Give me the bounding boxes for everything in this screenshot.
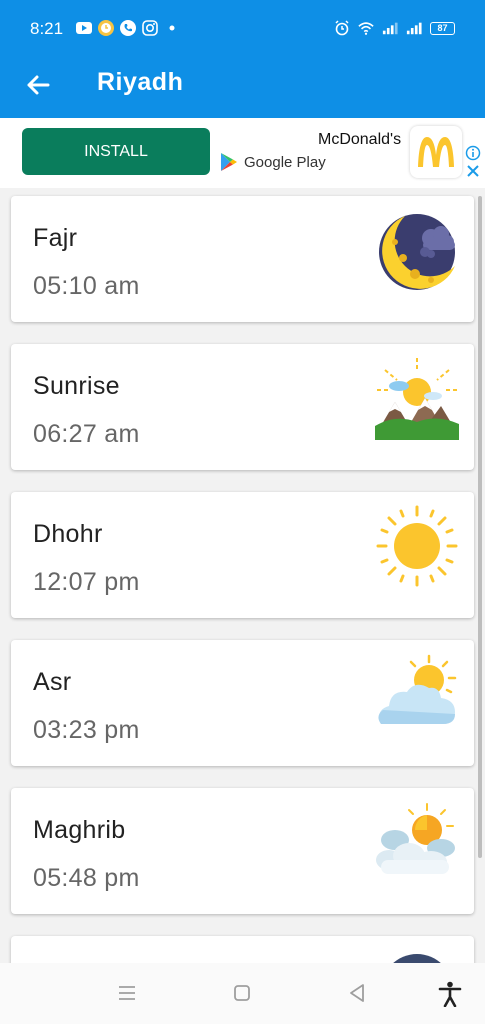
page-title: Riyadh (97, 68, 184, 96)
prayer-name: Dhohr (33, 520, 103, 548)
mcdonalds-logo[interactable] (410, 126, 462, 178)
wifi-icon (358, 20, 374, 36)
scrollbar[interactable] (478, 196, 482, 858)
phone-icon (120, 20, 136, 36)
notification-icons (76, 20, 180, 36)
app-bar: Riyadh (0, 58, 485, 118)
status-time: 8:21 (30, 19, 64, 38)
store-label: Google Play (244, 153, 326, 171)
prayer-time: 03:23 pm (33, 716, 140, 744)
night-icon (375, 948, 459, 963)
back-triangle-icon[interactable] (345, 981, 369, 1005)
google-play-badge[interactable]: Google Play (220, 152, 326, 172)
google-play-icon (221, 153, 237, 171)
prayer-name: Fajr (33, 224, 78, 252)
prayer-times-list[interactable]: Fajr 05:10 am Sunrise 06:27 am Dhohr 12:… (0, 188, 485, 963)
prayer-time: 12:07 pm (33, 568, 140, 596)
ad-banner[interactable]: INSTALL McDonald's Google Play (0, 118, 485, 188)
menu-icon[interactable] (115, 981, 139, 1005)
sun-clouds-icon (375, 800, 459, 884)
accessibility-icon[interactable] (438, 981, 462, 1008)
system-navigation-bar (0, 963, 485, 1024)
ad-close-icon[interactable] (465, 163, 481, 179)
back-arrow-icon[interactable] (22, 68, 56, 102)
system-icons: 87 (334, 20, 455, 36)
sun-cloud-icon (375, 652, 459, 736)
dot-icon (164, 20, 180, 36)
status-bar: 8:21 87 (0, 0, 485, 58)
prayer-card-isha[interactable] (11, 936, 474, 963)
ad-info-icon[interactable] (465, 145, 481, 161)
crescent-moon-icon (375, 208, 459, 292)
prayer-name: Asr (33, 668, 72, 696)
alarm-icon (334, 20, 350, 36)
prayer-name: Maghrib (33, 816, 126, 844)
prayer-card-maghrib[interactable]: Maghrib 05:48 pm (11, 788, 474, 914)
prayer-time: 06:27 am (33, 420, 140, 448)
youtube-icon (76, 20, 92, 36)
sunrise-mountains-icon (375, 356, 459, 440)
prayer-time: 05:10 am (33, 272, 140, 300)
signal-icon (382, 20, 398, 36)
prayer-card-asr[interactable]: Asr 03:23 pm (11, 640, 474, 766)
sun-icon (375, 504, 459, 588)
prayer-time: 05:48 pm (33, 864, 140, 892)
instagram-icon (142, 20, 158, 36)
signal-icon (406, 20, 422, 36)
battery-icon: 87 (430, 21, 455, 35)
prayer-card-fajr[interactable]: Fajr 05:10 am (11, 196, 474, 322)
ad-advertiser-name[interactable]: McDonald's (318, 131, 401, 149)
clock-app-icon (98, 20, 114, 36)
prayer-card-dhohr[interactable]: Dhohr 12:07 pm (11, 492, 474, 618)
prayer-card-sunrise[interactable]: Sunrise 06:27 am (11, 344, 474, 470)
install-button[interactable]: INSTALL (22, 128, 210, 175)
home-icon[interactable] (230, 981, 254, 1005)
prayer-name: Sunrise (33, 372, 120, 400)
